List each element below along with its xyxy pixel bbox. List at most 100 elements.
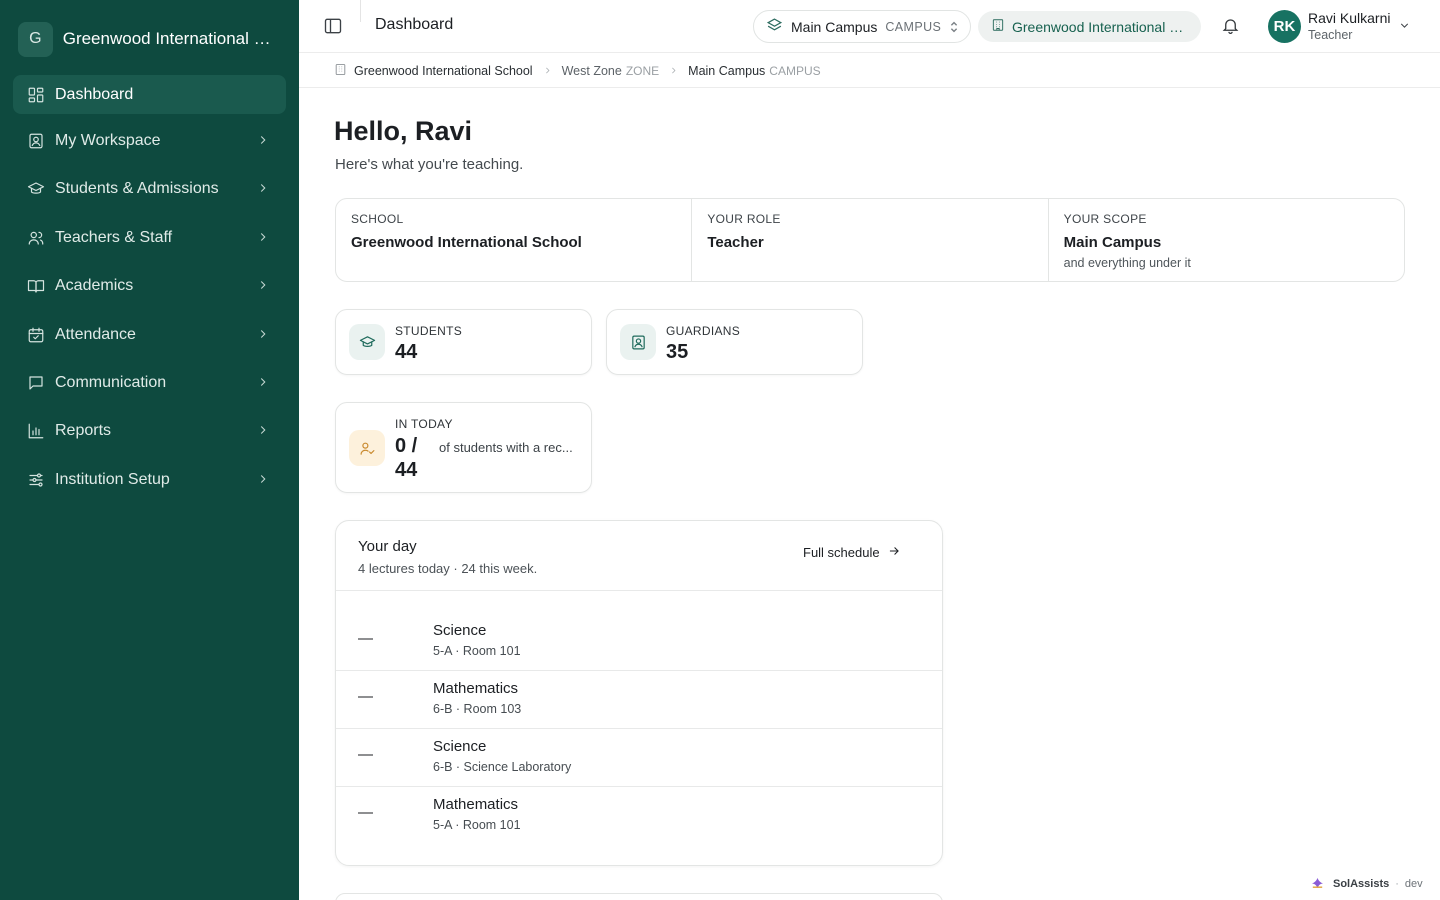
- stat-label: GUARDIANS: [666, 324, 741, 338]
- chevron-down-icon[interactable]: [1398, 19, 1411, 37]
- sidebar-item-label: Students & Admissions: [55, 179, 219, 197]
- dashboard-icon: [27, 86, 45, 104]
- chevron-right-icon: [256, 472, 270, 486]
- lecture-detail: 5-A · Room 101: [433, 644, 521, 658]
- user-name[interactable]: Ravi Kulkarni: [1308, 10, 1390, 26]
- chevron-right-icon: [256, 327, 270, 341]
- solassists-logo-icon: [1310, 875, 1325, 893]
- lecture-subject: Science: [433, 622, 487, 639]
- bell-icon[interactable]: [1221, 16, 1241, 36]
- sidebar-item-institution-setup[interactable]: Institution Setup: [13, 460, 286, 499]
- divider: [360, 0, 361, 22]
- chevron-right-icon: [256, 375, 270, 389]
- breadcrumb-campus[interactable]: Main Campus: [688, 64, 765, 78]
- stat-value-present: 0 /: [395, 435, 418, 457]
- in-today-stat-card[interactable]: IN TODAY 0 / 44 of students with a rec..…: [335, 402, 592, 493]
- sidebar-item-label: Attendance: [55, 325, 136, 343]
- full-schedule-label: Full schedule: [803, 545, 880, 560]
- chevron-right-icon: [256, 423, 270, 437]
- page-title: Dashboard: [375, 16, 454, 33]
- sidebar-item-label: Academics: [55, 276, 134, 294]
- topbar: Dashboard Main Campus CAMPUS Greenwood I…: [299, 0, 1440, 53]
- stat-value-total: 44: [395, 459, 418, 481]
- stat-label: STUDENTS: [395, 324, 463, 338]
- info-value: Main Campus: [1063, 234, 1162, 251]
- sidebar-item-students-admissions[interactable]: Students & Admissions: [13, 169, 286, 208]
- brand[interactable]: G Greenwood International Sc...: [0, 0, 299, 78]
- footer-separator: ·: [1395, 878, 1399, 890]
- sidebar-item-dashboard[interactable]: Dashboard: [13, 75, 286, 114]
- footer-env: dev: [1404, 878, 1423, 890]
- scope-info: YOUR SCOPE Main Campus and everything un…: [1049, 199, 1404, 281]
- info-label: YOUR ROLE: [707, 212, 781, 226]
- chevron-right-icon: [669, 64, 678, 78]
- lecture-row[interactable]: — Mathematics 5-A · Room 101: [336, 787, 942, 845]
- sidebar-item-academics[interactable]: Academics: [13, 266, 286, 305]
- role-info: YOUR ROLE Teacher: [692, 199, 1049, 281]
- sidebar-item-label: Communication: [55, 373, 167, 391]
- info-label: SCHOOL: [351, 212, 404, 226]
- breadcrumb: Greenwood International School West Zone…: [334, 53, 1440, 88]
- breadcrumb-school[interactable]: Greenwood International School: [354, 64, 533, 78]
- sidebar-toggle-icon[interactable]: [323, 16, 343, 36]
- users-icon: [27, 229, 45, 247]
- school-pill-label: Greenwood International S...: [1012, 18, 1187, 35]
- graduation-cap-icon: [27, 180, 45, 198]
- sidebar-item-label: Reports: [55, 421, 112, 439]
- workspace-icon: [27, 132, 45, 150]
- next-card: [335, 893, 943, 900]
- footer-brand-name: SolAssists: [1333, 878, 1390, 890]
- stat-label: IN TODAY: [395, 417, 453, 431]
- lecture-subject: Science: [433, 738, 487, 755]
- full-schedule-link[interactable]: Full schedule: [803, 544, 901, 561]
- arrow-right-icon: [880, 544, 901, 561]
- sidebar: G Greenwood International Sc... Dashboar…: [0, 0, 299, 900]
- lecture-row[interactable]: — Science 6-B · Science Laboratory: [336, 729, 942, 787]
- breadcrumb-zone[interactable]: West Zone: [562, 64, 622, 78]
- sidebar-item-teachers-staff[interactable]: Teachers & Staff: [13, 218, 286, 257]
- schedule-card: Your day 4 lectures today · 24 this week…: [335, 520, 943, 866]
- user-check-icon: [349, 430, 385, 466]
- lecture-time: —: [358, 630, 373, 647]
- sliders-icon: [27, 471, 45, 489]
- campus-switcher[interactable]: Main Campus CAMPUS: [753, 10, 971, 43]
- lecture-time: —: [358, 746, 373, 763]
- schedule-title: Your day: [358, 538, 417, 555]
- campus-name: Main Campus: [791, 18, 878, 35]
- lecture-time: —: [358, 688, 373, 705]
- chevron-right-icon: [256, 133, 270, 147]
- guardians-stat-card[interactable]: GUARDIANS 35: [606, 309, 863, 375]
- lecture-detail: 5-A · Room 101: [433, 818, 521, 832]
- message-icon: [27, 374, 45, 392]
- school-info: SCHOOL Greenwood International School: [336, 199, 693, 281]
- greeting-subtitle: Here's what you're teaching.: [335, 156, 524, 173]
- breadcrumb-campus-tag: CAMPUS: [769, 63, 821, 78]
- building-icon: [991, 18, 1005, 35]
- school-pill[interactable]: Greenwood International S...: [978, 11, 1201, 42]
- lecture-row[interactable]: — Mathematics 6-B · Room 103: [336, 671, 942, 729]
- greeting-title: Hello, Ravi: [334, 116, 473, 146]
- footer-brand: SolAssists · dev: [1310, 875, 1423, 893]
- avatar[interactable]: RK: [1268, 10, 1301, 43]
- divider: [299, 87, 1440, 88]
- divider: [336, 590, 942, 591]
- sidebar-item-label: My Workspace: [55, 131, 161, 149]
- sidebar-item-communication[interactable]: Communication: [13, 363, 286, 402]
- stat-value: 35: [666, 341, 689, 363]
- contact-card-icon: [620, 324, 656, 360]
- sidebar-item-reports[interactable]: Reports: [13, 411, 286, 450]
- calendar-check-icon: [27, 326, 45, 344]
- lecture-detail: 6-B · Science Laboratory: [433, 760, 572, 774]
- chevrons-up-down-icon: [948, 20, 960, 37]
- sidebar-item-attendance[interactable]: Attendance: [13, 315, 286, 354]
- brand-name: Greenwood International Sc...: [62, 29, 281, 48]
- chevron-right-icon: [543, 64, 552, 78]
- sidebar-item-label: Teachers & Staff: [55, 228, 173, 246]
- chevron-right-icon: [256, 230, 270, 244]
- stat-description: of students with a rec...: [439, 440, 573, 455]
- info-value: Teacher: [707, 234, 764, 251]
- info-value: Greenwood International School: [351, 234, 582, 251]
- students-stat-card[interactable]: STUDENTS 44: [335, 309, 592, 375]
- sidebar-item-my-workspace[interactable]: My Workspace: [13, 121, 286, 160]
- lecture-row[interactable]: — Science 5-A · Room 101: [336, 613, 942, 671]
